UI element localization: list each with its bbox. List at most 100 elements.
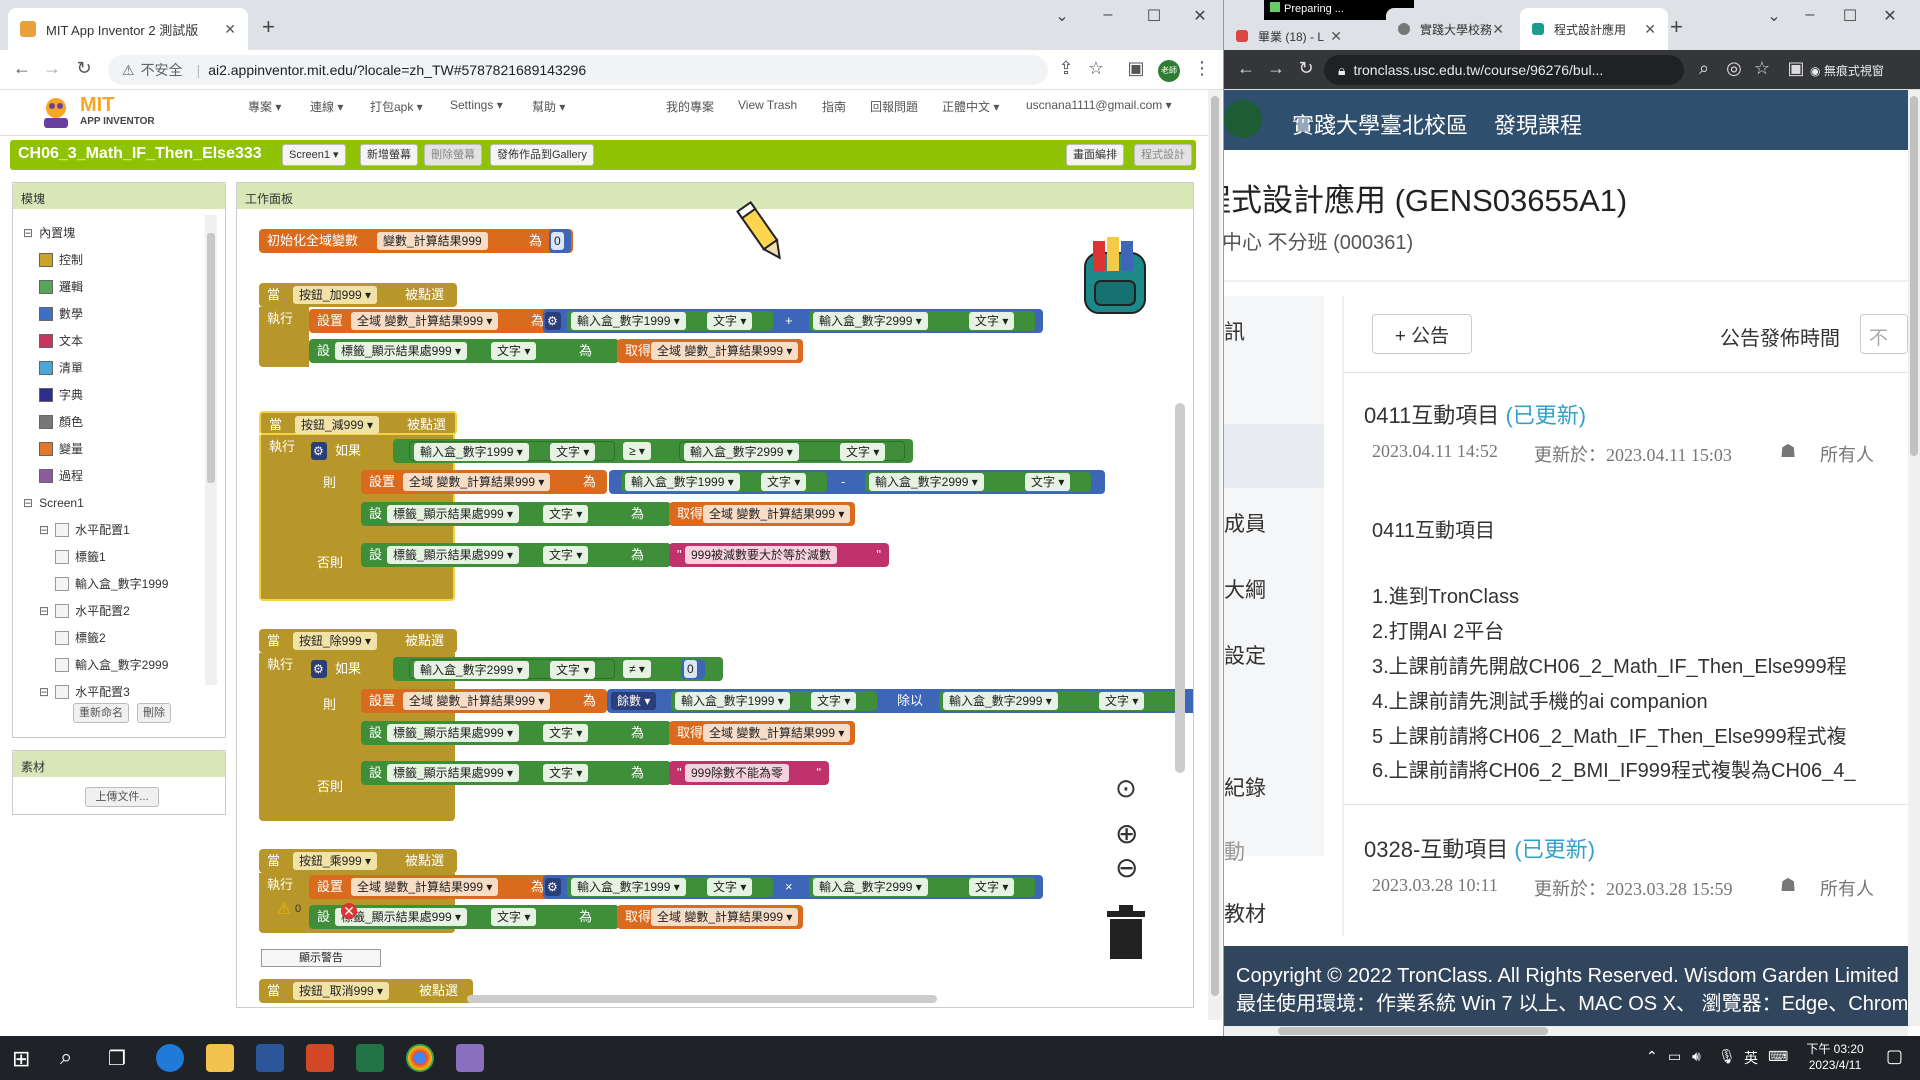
tree-toggle-icon[interactable]: ⊟ — [23, 496, 33, 510]
label-component-select[interactable]: 標籤_顯示結果處999 ▾ — [335, 342, 468, 360]
sidebar-item-activity[interactable]: 動 — [1224, 836, 1245, 866]
menu-help[interactable]: 幫助 ▾ — [532, 98, 565, 115]
maximize-icon[interactable]: ☐ — [1134, 6, 1174, 26]
tree-item[interactable]: ⊟ 水平配置1 — [23, 516, 203, 543]
num2-text-getter[interactable]: 輸入盒_數字2999 ▾ 文字 ▾ — [809, 877, 1035, 897]
tree-item[interactable]: ⊟ 水平配置3 — [23, 678, 203, 705]
right-page-scrollbar[interactable] — [1908, 90, 1920, 1026]
backpack-icon[interactable] — [1075, 231, 1155, 321]
close-tab-icon[interactable]: ✕ — [1330, 28, 1342, 45]
tree-item[interactable]: ⊟ Screen1 — [23, 489, 203, 516]
global-var-select[interactable]: 全域 變數_計算結果999 ▾ — [651, 908, 799, 926]
div-error-text-block[interactable]: " 999除數不能為零 " — [669, 761, 829, 785]
text-property-select[interactable]: 文字 ▾ — [543, 546, 589, 564]
mutator-gear-icon[interactable]: ⚙ — [545, 312, 561, 330]
sub-click-event[interactable]: 當 按鈕_減999 ▾ 被點選 — [259, 411, 457, 435]
tree-item[interactable]: 顏色 — [23, 408, 203, 435]
tree-toggle-icon[interactable]: ⊟ — [23, 226, 33, 240]
tree-item[interactable]: ⊟ 內置塊 — [23, 219, 203, 246]
nav-discover[interactable]: 發現課程 — [1494, 108, 1582, 140]
tree-item[interactable]: 邏輯 — [23, 273, 203, 300]
post-title[interactable]: 0328-互動項目 (已更新) — [1364, 832, 1595, 864]
text-property-select[interactable]: 文字 ▾ — [840, 443, 886, 461]
reload-icon[interactable]: ↻ — [1294, 58, 1318, 79]
num1-component-select[interactable]: 輸入盒_數字1999 ▾ — [571, 878, 686, 896]
quotient-select[interactable]: 餘數 ▾ — [611, 692, 657, 710]
tree-item[interactable]: 標籤1 — [23, 543, 203, 570]
tree-item[interactable]: 字典 — [23, 381, 203, 408]
forward-icon[interactable]: → — [40, 58, 64, 79]
minimize-icon[interactable]: – — [1790, 6, 1830, 24]
cancel-click-event[interactable]: 當 按鈕_取消999 ▾ 被點選 — [259, 979, 473, 1003]
label-component-select[interactable]: 標籤_顯示結果處999 ▾ — [387, 505, 520, 523]
close-window-icon[interactable]: ✕ — [1870, 6, 1910, 26]
if-header[interactable]: ⚙ 如果 — [309, 439, 395, 463]
right-scroll-thumb[interactable] — [1910, 96, 1918, 456]
publish-gallery-button[interactable]: 發佈作品到Gallery — [490, 144, 594, 166]
appinventor-logo[interactable]: MIT APP INVENTOR — [38, 94, 168, 130]
label-component-select[interactable]: 標籤_顯示結果處999 ▾ — [387, 724, 520, 742]
sidepanel-icon[interactable]: ▣ — [1124, 58, 1148, 79]
mul-click-event[interactable]: 當 按鈕_乘999 ▾ 被點選 — [259, 849, 457, 873]
num2-text-getter[interactable]: 輸入盒_數字2999 ▾ 文字 ▾ — [939, 691, 1179, 711]
div-click-event[interactable]: 當 按鈕_除999 ▾ 被點選 — [259, 629, 457, 653]
tab-appinventor[interactable]: MIT App Inventor 2 測試版 ✕ — [8, 8, 248, 50]
tree-item[interactable]: 輸入盒_數字2999 — [23, 651, 203, 678]
announce-time-filter[interactable]: 不 — [1860, 314, 1908, 354]
compare-ne-block[interactable]: 輸入盒_數字2999 ▾ 文字 ▾ ≠ ▾ 0 — [393, 657, 723, 681]
text-property-select[interactable]: 文字 ▾ — [491, 342, 537, 360]
menu-language[interactable]: 正體中文 ▾ — [942, 98, 999, 115]
sidebar-item-records[interactable]: 紀錄 — [1224, 772, 1266, 802]
sidepanel-icon[interactable]: ▣ — [1784, 58, 1808, 79]
back-icon[interactable]: ← — [10, 58, 34, 79]
close-tab-icon[interactable]: ✕ — [1644, 21, 1656, 38]
profile-avatar[interactable]: 老師 — [1158, 60, 1180, 82]
sidebar-item-settings[interactable]: 設定 — [1224, 640, 1266, 670]
get-global-add[interactable]: 取得 全域 變數_計算結果999 ▾ — [617, 339, 803, 363]
text-property-select[interactable]: 文字 ▾ — [707, 312, 753, 330]
label-component-select[interactable]: 標籤_顯示結果處999 ▾ — [387, 546, 520, 564]
set-label-text-sub-else[interactable]: 設 標籤_顯示結果處999 ▾ 文字 ▾ 為 — [361, 543, 671, 567]
num2-text-getter[interactable]: 輸入盒_數字2999 ▾ 文字 ▾ — [409, 659, 615, 679]
volume-icon[interactable]: 🔊︎ — [1692, 1048, 1701, 1065]
maximize-icon[interactable]: ☐ — [1830, 6, 1870, 26]
text-property-select[interactable]: 文字 ▾ — [1099, 692, 1145, 710]
set-label-text-add[interactable]: 設 標籤_顯示結果處999 ▾ 文字 ▾ 為 — [309, 339, 619, 363]
minimize-icon[interactable]: – — [1088, 6, 1128, 24]
tree-scrollbar[interactable] — [205, 215, 217, 685]
text-property-select[interactable]: 文字 ▾ — [761, 473, 807, 491]
tree-scroll-thumb[interactable] — [207, 233, 215, 483]
menu-report[interactable]: 回報問題 — [870, 98, 918, 115]
school-logo[interactable] — [1224, 100, 1262, 138]
recenter-icon[interactable]: ⊙ — [1115, 773, 1137, 804]
close-window-icon[interactable]: ✕ — [1180, 6, 1220, 26]
tree-item[interactable]: 文本 — [23, 327, 203, 354]
incognito-badge[interactable]: ◉ 無痕式視窗 — [1810, 62, 1884, 79]
text-property-select[interactable]: 文字 ▾ — [811, 692, 857, 710]
new-tab-button[interactable]: + — [1670, 14, 1683, 40]
close-tab-icon[interactable]: ✕ — [1492, 21, 1504, 38]
tab-usc[interactable]: 實踐大學校務 ✕ — [1386, 8, 1516, 50]
set-label-text-div-else[interactable]: 設 標籤_顯示結果處999 ▾ 文字 ▾ 為 — [361, 761, 671, 785]
num2-text-getter[interactable]: 輸入盒_數字2999 ▾ 文字 ▾ — [679, 441, 905, 461]
edge-icon[interactable] — [156, 1044, 184, 1072]
zero-number-block[interactable]: 0 — [549, 229, 571, 253]
network-icon[interactable]: ▭ — [1668, 1048, 1681, 1065]
set-global-div[interactable]: 設置 全域 變數_計算結果999 ▾ 為 — [361, 689, 607, 713]
compare-ge-block[interactable]: 輸入盒_數字1999 ▾ 文字 ▾ ≥ ▾ 輸入盒_數字2999 ▾ 文字 ▾ — [393, 439, 913, 463]
page-scroll-thumb[interactable] — [1211, 96, 1219, 996]
num2-text-getter[interactable]: 輸入盒_數字2999 ▾ 文字 ▾ — [865, 472, 1091, 492]
add-math-block[interactable]: ⚙ 輸入盒_數字1999 ▾ 文字 ▾ + 輸入盒_數字2999 ▾ 文字 ▾ — [543, 309, 1043, 333]
upload-file-button[interactable]: 上傳文件... — [85, 787, 159, 807]
eye-off-icon[interactable]: ◎ — [1722, 58, 1746, 79]
warning-triangle-icon[interactable]: ⚠ — [277, 899, 291, 919]
forward-icon[interactable]: → — [1264, 58, 1288, 79]
menu-kebab-icon[interactable]: ⋮ — [1190, 58, 1214, 79]
tree-toggle-icon[interactable]: ⊟ — [39, 604, 49, 618]
set-global-mul[interactable]: 設置 全域 變數_計算結果999 ▾ 為 — [309, 875, 555, 899]
zero-number-block[interactable]: 0 — [681, 659, 705, 679]
text-property-select[interactable]: 文字 ▾ — [543, 724, 589, 742]
num1-text-getter[interactable]: 輸入盒_數字1999 ▾ 文字 ▾ — [409, 441, 615, 461]
set-label-text-sub[interactable]: 設 標籤_顯示結果處999 ▾ 文字 ▾ 為 — [361, 502, 671, 526]
num1-component-select[interactable]: 輸入盒_數字1999 ▾ — [625, 473, 740, 491]
